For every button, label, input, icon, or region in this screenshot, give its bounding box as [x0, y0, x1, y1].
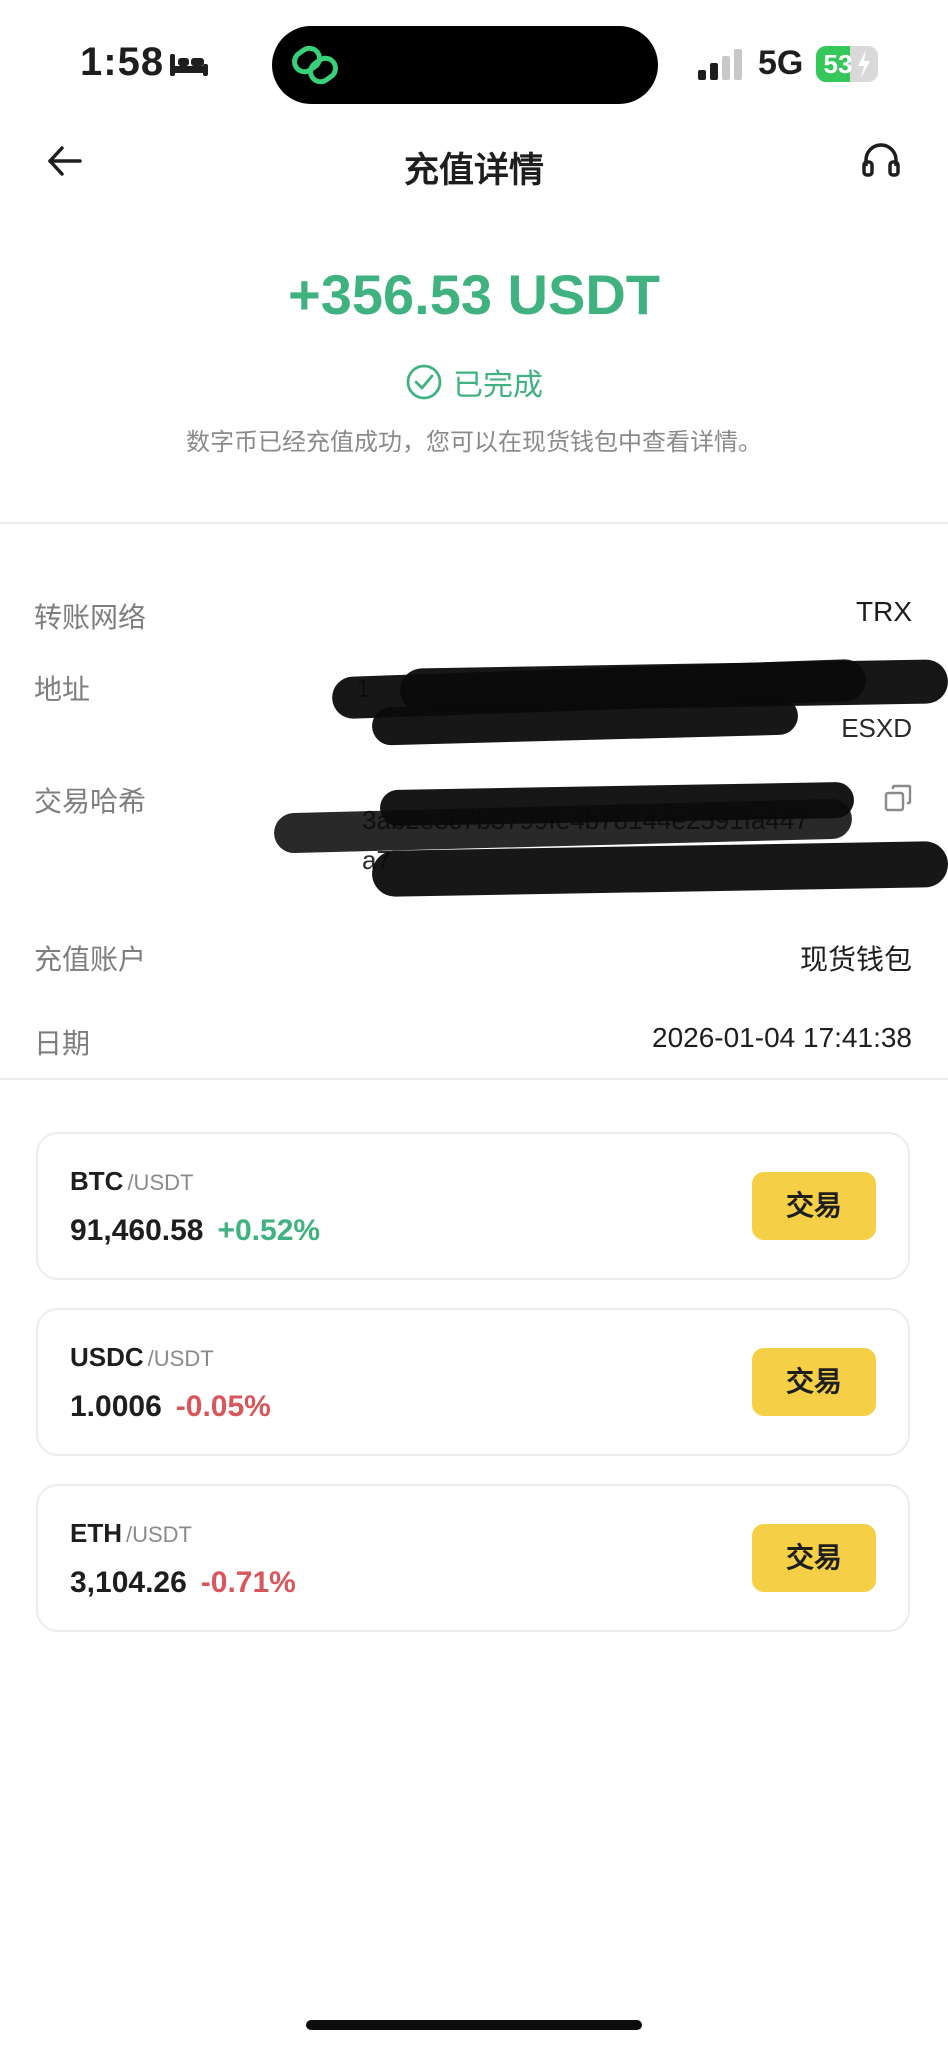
tx-hash-label: 交易哈希: [34, 786, 147, 817]
status-time: 1:58: [80, 40, 165, 84]
network-type: 5G: [758, 44, 804, 82]
pair-quote: /USDT: [127, 1170, 194, 1195]
pair-change: +0.52%: [217, 1214, 321, 1247]
check-circle-icon: [406, 364, 442, 400]
trade-button[interactable]: 交易: [752, 1348, 876, 1416]
pair-price: 1.0006: [70, 1390, 162, 1423]
pair-change: -0.05%: [175, 1390, 271, 1423]
battery-level: 53: [823, 49, 853, 79]
pair-quote: /USDT: [147, 1346, 214, 1371]
section-divider: [0, 1078, 948, 1080]
linked-rings-icon: [292, 45, 338, 85]
pair-base: ETH: [70, 1518, 122, 1548]
account-label: 充值账户: [34, 944, 147, 975]
deposit-amount: +356.53 USDT: [288, 263, 660, 326]
trade-button[interactable]: 交易: [752, 1524, 876, 1592]
deposit-detail-screen: 1:58 5G 53 充值详情 +356.53 USDT 已完成 数字币已经充值…: [0, 0, 948, 2048]
pair-name: USDC/USDT: [70, 1342, 214, 1373]
pair-name: ETH/USDT: [70, 1518, 192, 1549]
pair-price: 3,104.26: [70, 1566, 187, 1599]
address-label: 地址: [34, 674, 91, 705]
market-card-btc[interactable]: BTC/USDT 91,460.58 +0.52% 交易: [36, 1132, 910, 1280]
price-line: 1.0006 -0.05%: [70, 1390, 271, 1424]
pair-base: BTC: [70, 1166, 124, 1196]
page-title: 充值详情: [403, 151, 544, 190]
nav-header: 充值详情: [0, 120, 948, 208]
date-value: 2026-01-04 17:41:38: [652, 1022, 912, 1053]
price-line: 3,104.26 -0.71%: [70, 1566, 296, 1600]
network-label: 转账网络: [34, 602, 147, 633]
status-bar: 1:58 5G 53: [0, 0, 948, 130]
status-text: 已完成: [453, 369, 543, 402]
date-label: 日期: [34, 1028, 91, 1059]
pair-change: -0.71%: [200, 1566, 296, 1599]
deposit-status: 已完成: [0, 360, 948, 404]
market-card-eth[interactable]: ETH/USDT 3,104.26 -0.71% 交易: [36, 1484, 910, 1632]
account-value: 现货钱包: [799, 944, 912, 975]
cellular-signal-icon: [698, 49, 742, 80]
pair-price: 91,460.58: [70, 1214, 204, 1247]
sleep-focus-icon: [170, 54, 208, 76]
charging-bolt-icon: [858, 50, 870, 78]
section-divider: [0, 522, 948, 524]
pair-base: USDC: [70, 1342, 144, 1372]
price-line: 91,460.58 +0.52%: [70, 1214, 320, 1248]
trade-button[interactable]: 交易: [752, 1172, 876, 1240]
pair-name: BTC/USDT: [70, 1166, 193, 1197]
tx-hash-redaction: [371, 840, 948, 898]
headset-icon[interactable]: [860, 140, 902, 182]
market-card-usdc[interactable]: USDC/USDT 1.0006 -0.05% 交易: [36, 1308, 910, 1456]
network-value: TRX: [856, 596, 912, 627]
home-indicator[interactable]: [306, 2020, 642, 2030]
status-description: 数字币已经充值成功，您可以在现货钱包中查看详情。: [186, 429, 762, 456]
pair-quote: /USDT: [126, 1522, 192, 1547]
